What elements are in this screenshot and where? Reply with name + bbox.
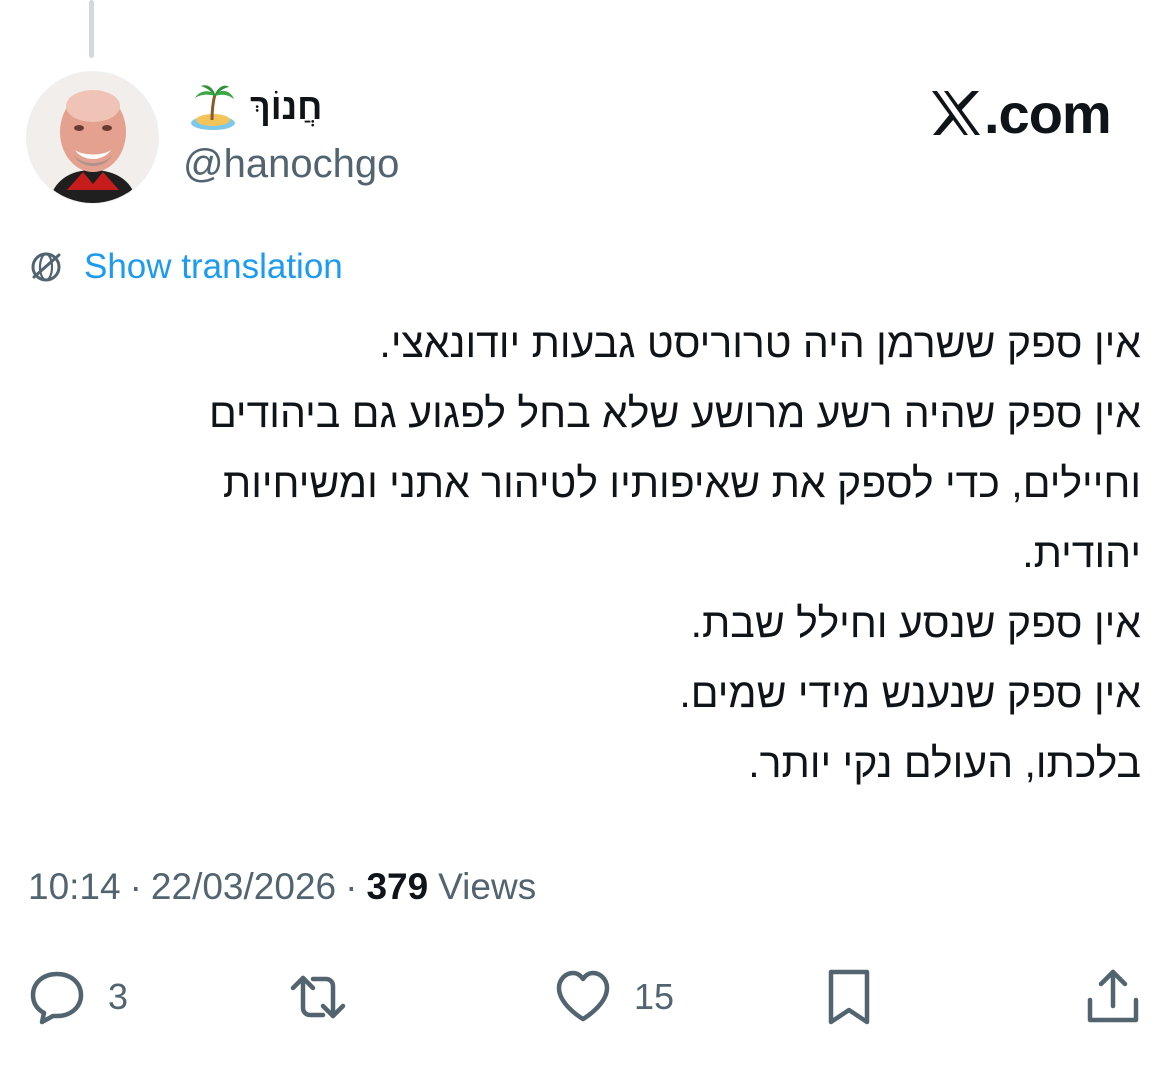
tweet-line: אין ספק שנסע וחילל שבת.: [690, 600, 1141, 646]
x-com-branding: .com: [930, 81, 1112, 145]
x-com-domain: .com: [984, 81, 1112, 145]
reply-button[interactable]: 3: [26, 962, 128, 1032]
author-name-row[interactable]: חֲנוֹךְ: [188, 82, 322, 132]
like-count: 15: [634, 976, 675, 1017]
bookmark-icon: [828, 969, 870, 1025]
globe-icon: [31, 252, 61, 282]
bookmark-button[interactable]: [818, 962, 880, 1032]
heart-icon: [556, 970, 610, 1022]
tweet-metadata: 10:14 · 22/03/2026 · 379 Views: [28, 866, 536, 908]
tweet-line: וחיילים, כדי לספק את שאיפותיו לטיהור אתנ…: [222, 460, 1141, 506]
tweet-line: בלכתו, העולם נקי יותר.: [748, 740, 1141, 786]
repost-button[interactable]: [287, 962, 369, 1032]
reply-icon: [30, 971, 84, 1025]
desert-island-icon: [191, 85, 235, 130]
tweet-line: יהודית.: [1022, 530, 1141, 576]
tweet-line: אין ספק שהיה רשע מרושע שלא בחל לפגוע גם …: [208, 390, 1141, 436]
avatar[interactable]: [27, 72, 158, 203]
views-label[interactable]: Views: [438, 866, 536, 908]
tweet-line: אין ספק שנענש מידי שמים.: [679, 670, 1141, 716]
x-logo-icon: [932, 91, 980, 135]
thread-connector-line: [89, 0, 94, 58]
tweet-date[interactable]: 22/03/2026: [151, 866, 336, 908]
share-icon: [1087, 969, 1139, 1023]
display-name[interactable]: חֲנוֹךְ: [250, 86, 322, 128]
meta-separator: ·: [345, 866, 358, 907]
reply-count: 3: [108, 976, 129, 1017]
author-handle[interactable]: @hanochgo: [183, 142, 399, 187]
like-button[interactable]: 15: [552, 962, 674, 1032]
share-button[interactable]: [1082, 962, 1144, 1032]
show-translation-link[interactable]: Show translation: [26, 244, 343, 290]
views-count[interactable]: 379: [366, 866, 428, 908]
tweet-action-bar: 3 15: [0, 962, 1169, 1032]
show-translation-label[interactable]: Show translation: [84, 247, 343, 287]
profile-photo: [27, 72, 158, 203]
repost-icon: [290, 975, 346, 1019]
meta-separator: ·: [129, 866, 142, 907]
tweet-text: אין ספק ששרמן היה טרוריסט גבעות יודונאצי…: [61, 308, 1141, 798]
tweet-time[interactable]: 10:14: [28, 866, 121, 908]
tweet-line: אין ספק ששרמן היה טרוריסט גבעות יודונאצי…: [379, 320, 1141, 366]
